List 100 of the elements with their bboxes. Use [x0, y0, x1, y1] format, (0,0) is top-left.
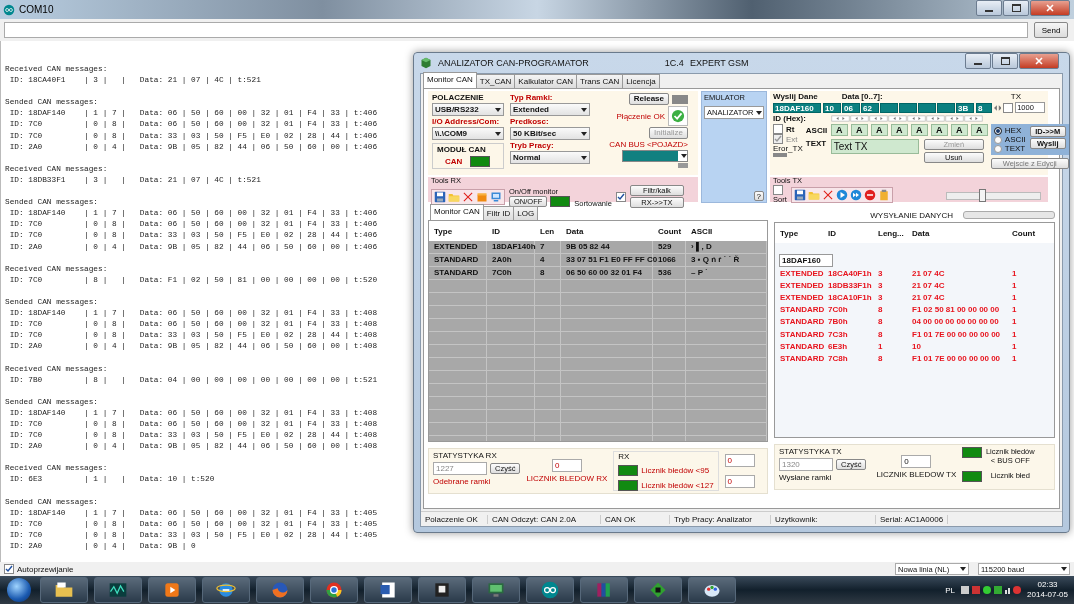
- delete-icon[interactable]: [462, 190, 474, 203]
- spin-arrows-icon[interactable]: [993, 102, 1002, 113]
- waveform-icon[interactable]: [108, 580, 128, 600]
- autoscroll-checkbox[interactable]: [4, 564, 14, 574]
- table-cell-text: 18CA40F1h: [827, 268, 873, 278]
- column-header[interactable]: ID: [823, 228, 873, 238]
- maximize-button[interactable]: [992, 53, 1018, 69]
- help-button[interactable]: ?: [753, 191, 764, 201]
- save-icon[interactable]: [434, 190, 446, 203]
- sort-checkbox[interactable]: [615, 191, 626, 202]
- mode-dropdown[interactable]: Normal: [510, 151, 590, 164]
- byte-field[interactable]: 06: [842, 102, 861, 113]
- speed-dropdown[interactable]: 50 KBit/sec: [510, 127, 590, 140]
- ascii-field[interactable]: A: [830, 124, 848, 136]
- ascii-field[interactable]: A: [890, 124, 908, 136]
- radio-button[interactable]: [993, 135, 1002, 144]
- ascii-field[interactable]: A: [850, 124, 868, 136]
- table-cell-text: 18CA10F1h: [827, 292, 873, 302]
- column-header[interactable]: Count: [653, 226, 686, 236]
- column-header[interactable]: Data: [907, 228, 1007, 238]
- play-icon[interactable]: [162, 580, 182, 600]
- frame-type-dropdown[interactable]: Extended: [510, 103, 590, 116]
- field-label: Wysłane ramki: [779, 473, 833, 482]
- monitor-icon[interactable]: [490, 190, 502, 203]
- ascii-field[interactable]: A: [930, 124, 948, 136]
- group-heading: RX: [618, 452, 631, 461]
- tab[interactable]: Trans CAN: [576, 74, 624, 88]
- fast-forward-icon[interactable]: [849, 188, 862, 201]
- byte-field[interactable]: [899, 102, 918, 113]
- chip-icon[interactable]: [648, 580, 668, 600]
- id-edit-field[interactable]: 18DAF160: [779, 254, 833, 267]
- status-text: CAN Odczyt: CAN 2.0A: [488, 514, 601, 524]
- byte-field[interactable]: [880, 102, 899, 113]
- monitor-icon[interactable]: [486, 580, 506, 600]
- table-cell-text: F1 01 7E 00 00 00 00 00: [911, 329, 1002, 339]
- column-header[interactable]: ASCII: [686, 226, 767, 236]
- table-cell-text: 1: [1011, 305, 1018, 315]
- stop-icon[interactable]: [863, 188, 876, 201]
- frames-count-field: 1320: [779, 458, 833, 471]
- maximize-button[interactable]: [1003, 0, 1029, 16]
- length-field[interactable]: 8: [976, 102, 992, 113]
- field-label: LICZNIK BLEDOW TX: [876, 470, 957, 479]
- close-icon: [1046, 4, 1054, 12]
- tab[interactable]: Monitor CAN: [430, 204, 484, 220]
- tab[interactable]: Monitor CAN: [423, 72, 477, 88]
- round-browser-icon[interactable]: [324, 580, 344, 600]
- port-dropdown[interactable]: USB/RS232: [432, 103, 504, 116]
- column-header[interactable]: Type: [775, 228, 823, 238]
- tab[interactable]: Kalkulator CAN: [514, 74, 578, 88]
- message-input-field[interactable]: [4, 22, 1028, 38]
- byte-field[interactable]: 10: [823, 102, 842, 113]
- column-header[interactable]: ID: [487, 226, 535, 236]
- column-header[interactable]: Type: [429, 226, 487, 236]
- tab[interactable]: TX_CAN: [475, 74, 516, 88]
- tab[interactable]: LOG: [513, 206, 539, 220]
- sort-checkbox[interactable]: [773, 185, 783, 195]
- byte-field[interactable]: [918, 102, 937, 113]
- release-button[interactable]: Release: [628, 93, 669, 105]
- send-button[interactable]: Send: [1034, 22, 1068, 38]
- folder-icon[interactable]: [54, 580, 74, 600]
- radio-button[interactable]: [993, 144, 1002, 153]
- square-tile-icon[interactable]: [432, 580, 452, 600]
- clipboard-icon[interactable]: [877, 188, 890, 201]
- can-bus-dropdown[interactable]: [622, 150, 688, 162]
- fox-globe-icon[interactable]: [270, 580, 290, 600]
- column-header[interactable]: Count: [1007, 228, 1054, 238]
- slider[interactable]: [946, 188, 1041, 201]
- delete-icon[interactable]: [821, 188, 834, 201]
- column-header[interactable]: Len: [535, 226, 561, 236]
- ascii-field[interactable]: A: [910, 124, 928, 136]
- tx-checkbox[interactable]: [1003, 102, 1014, 113]
- table-cell-text: 1: [1011, 268, 1018, 278]
- ascii-field[interactable]: A: [870, 124, 888, 136]
- save-icon[interactable]: [793, 188, 806, 201]
- infinity-icon[interactable]: [540, 580, 560, 600]
- text-field[interactable]: Text TX: [830, 139, 919, 154]
- address-dropdown[interactable]: \\.\COM9: [432, 127, 504, 140]
- tray-icons-drawing[interactable]: [961, 584, 1022, 596]
- clock-date[interactable]: 2014-07-05: [1027, 590, 1068, 600]
- table-cell-text: 8: [877, 305, 884, 315]
- ascii-field[interactable]: A: [970, 124, 988, 136]
- table-cell-text: 7C8h: [827, 353, 849, 363]
- counter-label: Licznik błedów <127: [641, 481, 714, 490]
- byte-field[interactable]: 3B: [956, 102, 975, 113]
- id-field[interactable]: 18DAF160: [773, 102, 822, 113]
- minimize-button[interactable]: [965, 53, 991, 69]
- minimize-button[interactable]: [976, 0, 1002, 16]
- status-text: CAN OK: [601, 514, 670, 524]
- tab[interactable]: Filtr ID: [482, 206, 515, 220]
- byte-field[interactable]: [937, 102, 956, 113]
- column-header[interactable]: Leng...: [873, 228, 907, 238]
- tab[interactable]: Licencja: [622, 74, 660, 88]
- byte-field[interactable]: 62: [861, 102, 880, 113]
- cube-icon: [420, 57, 432, 69]
- language-indicator[interactable]: PL: [945, 585, 956, 595]
- rt-checkbox[interactable]: [773, 124, 783, 134]
- ascii-field[interactable]: A: [950, 124, 968, 136]
- slider-thumb[interactable]: [979, 188, 987, 202]
- column-header[interactable]: Data: [561, 226, 653, 236]
- clock-time[interactable]: 02:33: [1037, 580, 1058, 590]
